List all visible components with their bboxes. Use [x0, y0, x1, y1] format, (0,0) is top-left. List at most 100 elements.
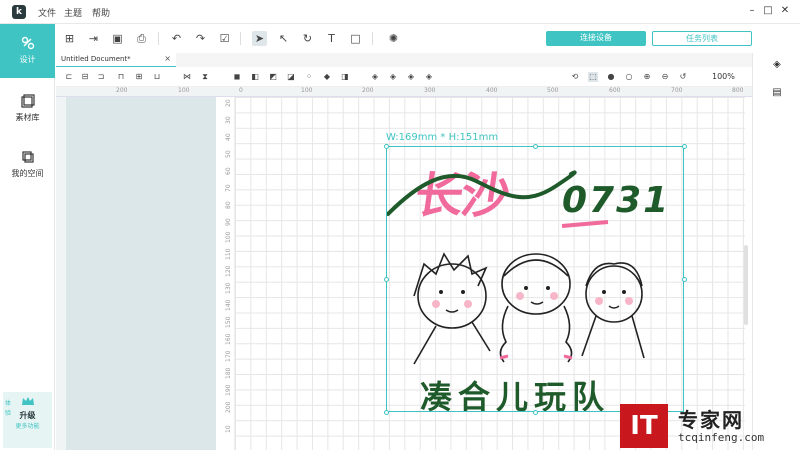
- ruler-label: 160: [225, 333, 232, 345]
- site-watermark: IT 专家网 tcqinfeng.com: [620, 404, 800, 450]
- layer-bottom-icon[interactable]: ◈: [424, 72, 434, 82]
- ruler-label: 150: [225, 316, 232, 328]
- ruler-label: 100: [301, 87, 313, 94]
- sidebar-item-label: 素材库: [15, 113, 40, 122]
- close-tab-icon[interactable]: ×: [164, 54, 171, 63]
- selection-box[interactable]: [384, 144, 687, 415]
- intersect-icon[interactable]: ⁘: [304, 72, 314, 82]
- import-icon[interactable]: ⇥: [86, 31, 101, 46]
- ruler-label: 30: [225, 116, 232, 124]
- tab-title: Untitled Document*: [61, 55, 131, 63]
- group-icon[interactable]: ◼: [232, 72, 242, 82]
- zoom-out-icon[interactable]: ⊖: [660, 72, 670, 82]
- selection-dimensions: W:169mm * H:151mm: [386, 132, 499, 143]
- left-ruler: [56, 97, 66, 450]
- split-icon[interactable]: ◨: [340, 72, 350, 82]
- ungroup-icon[interactable]: ◧: [250, 72, 260, 82]
- resize-handle-nw[interactable]: [384, 144, 389, 149]
- ruler-label: 190: [225, 384, 232, 396]
- save-icon[interactable]: ▣: [110, 31, 125, 46]
- flip-vertical-icon[interactable]: ⧗: [200, 72, 210, 82]
- toolbar-divider: [158, 32, 159, 45]
- ruler-label: 600: [609, 87, 621, 94]
- sidebar-item-design[interactable]: 设计: [0, 24, 55, 78]
- ruler-label: 80: [225, 201, 232, 209]
- space-icon: [21, 151, 34, 163]
- connect-device-button[interactable]: 连接设备: [546, 31, 646, 46]
- ruler-label: 140: [225, 299, 232, 311]
- undo-icon[interactable]: ↶: [169, 31, 184, 46]
- resize-handle-w[interactable]: [384, 277, 389, 282]
- align-right-icon[interactable]: ⊐: [96, 72, 106, 82]
- top-ruler: 200 100 0 100 200 300 400 500 600 700 80…: [56, 87, 752, 97]
- menu-theme[interactable]: 主题: [64, 6, 82, 19]
- tab-untitled-document[interactable]: Untitled Document* ×: [56, 53, 176, 67]
- new-file-icon[interactable]: ⊞: [62, 31, 77, 46]
- layer-down-icon[interactable]: ◈: [388, 72, 398, 82]
- ruler-label: 700: [671, 87, 683, 94]
- reset-zoom-icon[interactable]: ↺: [678, 72, 688, 82]
- properties-icon[interactable]: ▤: [771, 87, 783, 99]
- menu-help[interactable]: 帮助: [92, 6, 110, 19]
- rect-select-icon[interactable]: ⬚: [588, 72, 598, 82]
- layer-top-icon[interactable]: ◈: [406, 72, 416, 82]
- align-center-h-icon[interactable]: ⊟: [80, 72, 90, 82]
- ruler-label: 40: [225, 133, 232, 141]
- shape-tool-icon[interactable]: □: [348, 31, 363, 46]
- curve-tool-icon[interactable]: ↻: [300, 31, 315, 46]
- resize-handle-e[interactable]: [682, 277, 687, 282]
- crown-icon: [22, 397, 34, 405]
- subtract-icon[interactable]: ◪: [286, 72, 296, 82]
- zoom-in-icon[interactable]: ⊕: [642, 72, 652, 82]
- ruler-label: 90: [225, 218, 232, 226]
- effects-icon[interactable]: ✺: [386, 31, 401, 46]
- page-ruler: 20 30 40 50 60 70 80 90 100 110 120 130 …: [224, 97, 235, 450]
- layer-up-icon[interactable]: ◈: [370, 72, 380, 82]
- close-window-button[interactable]: ✕: [778, 4, 792, 18]
- align-top-icon[interactable]: ⊓: [116, 72, 126, 82]
- print-icon[interactable]: ⎙: [134, 31, 149, 46]
- gallery-icon: [20, 94, 35, 108]
- path-tool-icon[interactable]: ⟲: [570, 72, 580, 82]
- outline-circle-icon[interactable]: ○: [624, 72, 634, 82]
- main-toolbar: ⊞ ⇥ ▣ ⎙ ↶ ↷ ☑ ➤ ↖ ↻ T □ ✺ 连接设备 任务列表: [56, 24, 768, 53]
- ruler-label: 0: [239, 87, 243, 94]
- canvas-scrollbar[interactable]: [744, 245, 748, 325]
- zoom-level: 100%: [712, 72, 735, 81]
- right-panel: ◈ ▤: [752, 53, 800, 450]
- history-icon[interactable]: ☑: [217, 31, 232, 46]
- ruler-label: 200: [225, 401, 232, 413]
- menu-file[interactable]: 文件: [38, 6, 56, 19]
- toolbar-divider: [240, 32, 241, 45]
- toolbar-divider: [372, 32, 373, 45]
- align-bottom-icon[interactable]: ⊔: [152, 72, 162, 82]
- resize-handle-ne[interactable]: [682, 144, 687, 149]
- resize-handle-s[interactable]: [533, 410, 538, 415]
- ruler-label: 70: [225, 184, 232, 192]
- text-tool-icon[interactable]: T: [324, 31, 339, 46]
- ruler-label: 500: [547, 87, 559, 94]
- resize-handle-n[interactable]: [533, 144, 538, 149]
- document-tab-bar: Untitled Document* ×: [56, 53, 752, 67]
- redo-icon[interactable]: ↷: [193, 31, 208, 46]
- sidebar-item-label: 我的空间: [11, 169, 44, 178]
- layers-icon[interactable]: ◈: [771, 59, 783, 71]
- resize-handle-sw[interactable]: [384, 410, 389, 415]
- select-tool-icon[interactable]: ➤: [252, 31, 267, 46]
- sidebar-item-my-space[interactable]: 我的空间: [0, 138, 55, 192]
- fill-circle-icon[interactable]: ●: [606, 72, 616, 82]
- align-toolbar: ⊏ ⊟ ⊐ ⊓ ⊞ ⊔ ⋈ ⧗ ◼ ◧ ◩ ◪ ⁘ ◆ ◨ ◈ ◈ ◈ ◈ ⟲ …: [56, 67, 752, 87]
- sidebar-item-gallery[interactable]: 素材库: [0, 82, 55, 136]
- flip-horizontal-icon[interactable]: ⋈: [182, 72, 192, 82]
- upgrade-panel[interactable]: 升级 体验 更多功能: [3, 392, 52, 448]
- ruler-label: 110: [225, 248, 232, 260]
- minimize-button[interactable]: –: [745, 4, 759, 18]
- align-middle-v-icon[interactable]: ⊞: [134, 72, 144, 82]
- align-left-icon[interactable]: ⊏: [64, 72, 74, 82]
- task-list-button[interactable]: 任务列表: [652, 31, 752, 46]
- node-edit-icon[interactable]: ↖: [276, 31, 291, 46]
- exclude-icon[interactable]: ◆: [322, 72, 332, 82]
- union-icon[interactable]: ◩: [268, 72, 278, 82]
- ruler-label: 180: [225, 367, 232, 379]
- maximize-button[interactable]: □: [761, 4, 775, 18]
